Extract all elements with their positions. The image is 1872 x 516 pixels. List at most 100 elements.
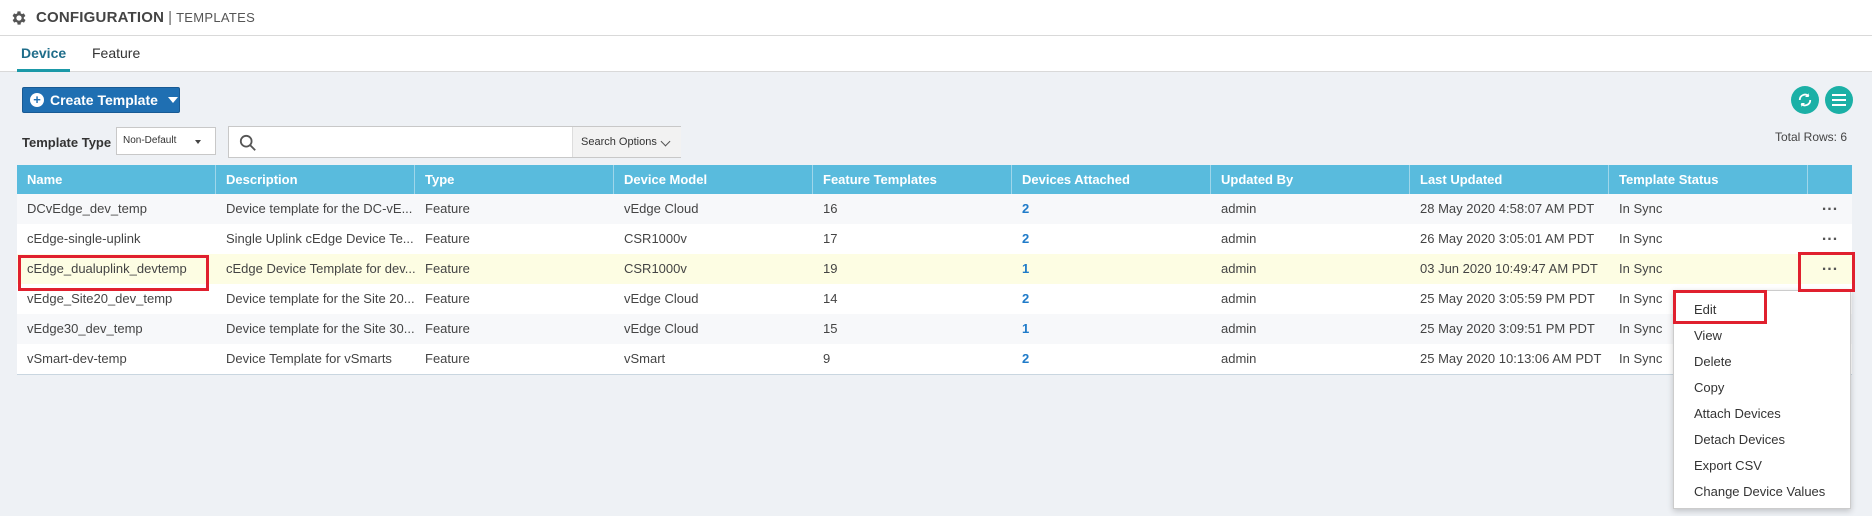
- table-row[interactable]: cEdge-single-uplink Single Uplink cEdge …: [17, 224, 1852, 254]
- cell-type: Feature: [425, 321, 470, 336]
- table-menu-button[interactable]: [1825, 86, 1853, 114]
- cell-description: Single Uplink cEdge Device Te...: [226, 231, 414, 246]
- cell-type: Feature: [425, 291, 470, 306]
- devices-attached-link[interactable]: 1: [1012, 314, 1211, 344]
- row-actions-button[interactable]: ...: [1808, 254, 1852, 284]
- table-row-selected[interactable]: cEdge_dualuplink_devtemp cEdge Device Te…: [17, 254, 1852, 284]
- cell-updated-by: admin: [1221, 201, 1257, 216]
- menu-item-change-device-values[interactable]: Change Device Values: [1674, 479, 1850, 505]
- row-actions-button[interactable]: ...: [1808, 194, 1852, 224]
- templates-table: Name Description Type Device Model Featu…: [17, 165, 1852, 375]
- devices-attached-link[interactable]: 2: [1012, 194, 1211, 224]
- row-context-menu: Edit View Delete Copy Attach Devices Det…: [1673, 290, 1851, 509]
- template-type-label: Template Type: [22, 135, 112, 150]
- cell-description: cEdge Device Template for dev...: [226, 261, 415, 276]
- cell-feature-templates: 15: [823, 321, 838, 336]
- column-header-name[interactable]: Name: [17, 165, 216, 194]
- tab-device[interactable]: Device: [17, 36, 71, 72]
- cell-feature-templates: 9: [823, 351, 831, 366]
- menu-item-copy[interactable]: Copy: [1674, 375, 1850, 401]
- cell-updated-by: admin: [1221, 231, 1257, 246]
- devices-attached-link[interactable]: 2: [1012, 344, 1211, 374]
- cell-updated-by: admin: [1221, 351, 1257, 366]
- create-template-label: Create Template: [50, 92, 158, 108]
- cell-last-updated: 28 May 2020 4:58:07 AM PDT: [1420, 201, 1595, 216]
- page-header: CONFIGURATION | TEMPLATES: [0, 0, 1872, 36]
- refresh-button[interactable]: [1791, 86, 1819, 114]
- cell-name: vEdge30_dev_temp: [27, 321, 143, 336]
- cell-last-updated: 25 May 2020 10:13:06 AM PDT: [1420, 351, 1602, 366]
- column-header-feature-templates[interactable]: Feature Templates: [813, 165, 1012, 194]
- cell-description: Device template for the Site 30...: [226, 321, 415, 336]
- gear-icon: [12, 10, 26, 25]
- cell-feature-templates: 16: [823, 201, 838, 216]
- menu-item-edit[interactable]: Edit: [1674, 297, 1850, 323]
- tab-feature[interactable]: Feature: [88, 36, 144, 72]
- column-header-devices-attached[interactable]: Devices Attached: [1012, 165, 1211, 194]
- cell-device-model: CSR1000v: [624, 261, 687, 276]
- row-actions-button[interactable]: ...: [1808, 224, 1852, 254]
- title-separator: |: [168, 9, 173, 26]
- menu-item-view[interactable]: View: [1674, 323, 1850, 349]
- cell-device-model: vEdge Cloud: [624, 201, 699, 216]
- table-row[interactable]: vEdge30_dev_temp Device template for the…: [17, 314, 1852, 344]
- menu-item-delete[interactable]: Delete: [1674, 349, 1850, 375]
- template-type-value: Non-Default: [123, 135, 177, 146]
- cell-feature-templates: 19: [823, 261, 838, 276]
- search-options-label: Search Options: [581, 136, 657, 148]
- cell-last-updated: 25 May 2020 3:09:51 PM PDT: [1420, 321, 1595, 336]
- table-row[interactable]: vSmart-dev-temp Device Template for vSma…: [17, 344, 1852, 374]
- cell-description: Device template for the DC-vE...: [226, 201, 413, 216]
- menu-item-export-csv[interactable]: Export CSV: [1674, 453, 1850, 479]
- cell-last-updated: 03 Jun 2020 10:49:47 AM PDT: [1420, 261, 1598, 276]
- column-header-device-model[interactable]: Device Model: [614, 165, 813, 194]
- chevron-down-icon: [660, 136, 671, 147]
- cell-type: Feature: [425, 231, 470, 246]
- devices-attached-link[interactable]: 1: [1012, 254, 1211, 284]
- create-template-button[interactable]: + Create Template: [22, 87, 180, 113]
- table-row[interactable]: DCvEdge_dev_temp Device template for the…: [17, 194, 1852, 224]
- devices-attached-link[interactable]: 2: [1012, 284, 1211, 314]
- column-header-description[interactable]: Description: [216, 165, 415, 194]
- search-options-button[interactable]: Search Options: [572, 127, 681, 157]
- search-input[interactable]: [263, 130, 593, 154]
- search-box: Search Options: [228, 126, 681, 158]
- cell-device-model: vSmart: [624, 351, 666, 366]
- plus-icon: +: [30, 93, 44, 107]
- cell-type: Feature: [425, 261, 470, 276]
- menu-item-detach-devices[interactable]: Detach Devices: [1674, 427, 1850, 453]
- total-rows-count: Total Rows: 6: [1774, 130, 1847, 144]
- column-header-last-updated[interactable]: Last Updated: [1410, 165, 1609, 194]
- column-header-updated-by[interactable]: Updated By: [1211, 165, 1410, 194]
- search-icon: [239, 134, 256, 151]
- cell-description: Device template for the Site 20...: [226, 291, 415, 306]
- cell-updated-by: admin: [1221, 291, 1257, 306]
- cell-name: DCvEdge_dev_temp: [27, 201, 147, 216]
- cell-last-updated: 25 May 2020 3:05:59 PM PDT: [1420, 291, 1595, 306]
- cell-updated-by: admin: [1221, 261, 1257, 276]
- cell-name: vEdge_Site20_dev_temp: [27, 291, 173, 306]
- table-row[interactable]: vEdge_Site20_dev_temp Device template fo…: [17, 284, 1852, 314]
- table-header: Name Description Type Device Model Featu…: [17, 165, 1852, 194]
- cell-template-status: In Sync: [1619, 231, 1663, 246]
- cell-type: Feature: [425, 201, 470, 216]
- cell-name: cEdge-single-uplink: [27, 231, 141, 246]
- cell-name: cEdge_dualuplink_devtemp: [27, 261, 187, 276]
- cell-device-model: CSR1000v: [624, 231, 687, 246]
- cell-feature-templates: 14: [823, 291, 838, 306]
- column-header-type[interactable]: Type: [415, 165, 614, 194]
- column-header-template-status[interactable]: Template Status: [1609, 165, 1808, 194]
- devices-attached-link[interactable]: 2: [1012, 224, 1211, 254]
- menu-item-attach-devices[interactable]: Attach Devices: [1674, 401, 1850, 427]
- column-header-actions: [1808, 165, 1852, 194]
- cell-template-status: In Sync: [1619, 201, 1663, 216]
- cell-last-updated: 26 May 2020 3:05:01 AM PDT: [1420, 231, 1595, 246]
- cell-updated-by: admin: [1221, 321, 1257, 336]
- template-type-select[interactable]: Non-Default: [116, 127, 216, 155]
- cell-template-status: In Sync: [1619, 261, 1663, 276]
- cell-name: vSmart-dev-temp: [27, 351, 127, 366]
- cell-device-model: vEdge Cloud: [624, 291, 699, 306]
- cell-device-model: vEdge Cloud: [624, 321, 699, 336]
- caret-down-icon: [195, 140, 201, 144]
- page-subtitle: TEMPLATES: [176, 10, 256, 25]
